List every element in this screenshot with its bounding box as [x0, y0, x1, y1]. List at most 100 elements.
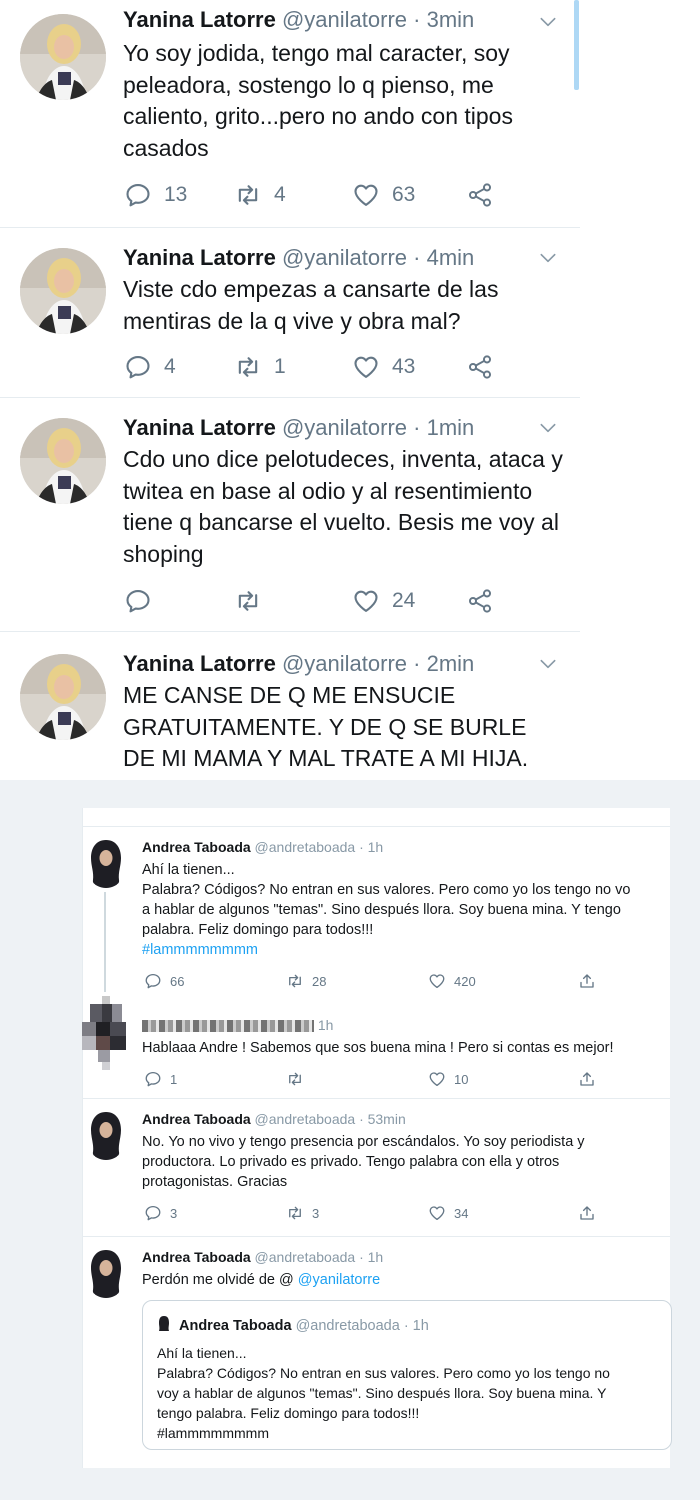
chevron-down-icon[interactable]	[538, 654, 558, 674]
tweet[interactable]: Yanina Latorre @yanilatorre · 4min Viste…	[0, 228, 580, 398]
quoted-tweet-card[interactable]: Andrea Taboada @andretaboada · 1h Ahí la…	[142, 1300, 672, 1450]
tweet-header: Yanina Latorre @yanilatorre · 3min	[123, 6, 474, 34]
tweet-time[interactable]: · 53min	[359, 1111, 406, 1127]
tweet-text: Cdo uno dice pelotudeces, inventa, ataca…	[123, 446, 570, 567]
reply-count: 13	[164, 183, 188, 206]
like-icon	[428, 972, 446, 990]
chevron-down-icon[interactable]	[538, 12, 558, 32]
avatar[interactable]	[84, 1108, 128, 1160]
retweet-icon	[234, 181, 262, 209]
reply-count: 3	[170, 1205, 178, 1221]
user-handle[interactable]: @yanilatorre	[282, 651, 407, 676]
divider	[82, 1236, 670, 1237]
quoted-user-name[interactable]: Andrea Taboada	[179, 1318, 292, 1334]
reply-button[interactable]: 66	[144, 972, 184, 990]
user-name[interactable]: Yanina Latorre	[123, 651, 276, 676]
tweet[interactable]: Yanina Latorre @yanilatorre · 1min Cdo u…	[0, 398, 580, 632]
tweet-actions: 66 28 420	[144, 972, 604, 992]
like-count: 10	[454, 1071, 469, 1087]
share-button[interactable]	[578, 1070, 596, 1088]
quoted-tweet-header: Andrea Taboada @andretaboada · 1h	[157, 1315, 429, 1334]
tweet-header: Yanina Latorre @yanilatorre · 2min	[123, 650, 474, 678]
tweet[interactable]: Yanina Latorre @yanilatorre · 2min ME CA…	[0, 632, 580, 780]
reply-button[interactable]: 3	[144, 1204, 177, 1222]
upload-icon	[578, 972, 596, 990]
retweet-button[interactable]	[234, 586, 274, 616]
tweet-header: Yanina Latorre @yanilatorre · 1min	[123, 414, 474, 442]
reply-button[interactable]: 4	[124, 352, 176, 382]
retweet-icon	[286, 1204, 304, 1222]
avatar[interactable]	[84, 1246, 128, 1298]
reply-button[interactable]	[124, 586, 164, 616]
mention-link[interactable]: @yanilatorre	[298, 1272, 380, 1288]
user-handle[interactable]: @andretaboada	[255, 1249, 356, 1265]
retweet-button[interactable]: 3	[286, 1204, 319, 1222]
like-button[interactable]: 43	[352, 352, 415, 382]
tweet-header: Andrea Taboada @andretaboada · 1h	[142, 1248, 383, 1266]
reply-icon	[124, 587, 152, 615]
user-handle[interactable]: @andretaboada	[255, 839, 356, 855]
share-button[interactable]	[578, 1204, 596, 1222]
like-button[interactable]: 34	[428, 1204, 468, 1222]
user-handle[interactable]: @andretaboada	[255, 1111, 356, 1127]
tweet-time[interactable]: · 2min	[413, 651, 474, 676]
tweet-time[interactable]: · 4min	[413, 245, 474, 270]
tweet-time[interactable]: · 3min	[413, 7, 474, 32]
tweet[interactable]: Yanina Latorre @yanilatorre · 3min Yo so…	[0, 0, 580, 228]
like-icon	[352, 587, 380, 615]
share-button[interactable]	[466, 586, 494, 616]
tweet-text: Yo soy jodida, tengo mal caracter, soy p…	[123, 40, 520, 161]
hashtag-link[interactable]: #lammmmmmmm	[142, 940, 670, 960]
tweet-time[interactable]: 1h	[318, 1017, 334, 1033]
reply-button[interactable]: 1	[144, 1070, 177, 1088]
quoted-avatar-icon	[159, 1316, 169, 1331]
share-button[interactable]	[578, 972, 596, 990]
censored-user-name[interactable]	[142, 1020, 314, 1033]
upload-icon	[578, 1204, 596, 1222]
retweet-count: 3	[312, 1205, 320, 1221]
user-name[interactable]: Andrea Taboada	[142, 1249, 251, 1265]
tweet[interactable]: Andrea Taboada @andretaboada · 53min No.…	[82, 1108, 670, 1234]
tweet-time[interactable]: · 1h	[359, 1249, 383, 1265]
like-button[interactable]: 24	[352, 586, 415, 616]
chevron-down-icon[interactable]	[538, 418, 558, 438]
retweet-button[interactable]: 28	[286, 972, 326, 990]
retweet-button[interactable]: 1	[234, 352, 286, 382]
avatar[interactable]	[20, 654, 106, 740]
like-button[interactable]: 420	[428, 972, 476, 990]
like-icon	[428, 1204, 446, 1222]
retweet-button[interactable]: 4	[234, 180, 286, 210]
like-button[interactable]: 63	[352, 180, 415, 210]
reply-count: 4	[164, 355, 176, 378]
reply-icon	[124, 181, 152, 209]
quoted-tweet-time[interactable]: · 1h	[404, 1318, 429, 1334]
retweet-icon	[286, 1070, 304, 1088]
avatar[interactable]	[20, 14, 106, 100]
tweet-time[interactable]: · 1min	[413, 415, 474, 440]
user-name[interactable]: Yanina Latorre	[123, 7, 276, 32]
share-icon	[466, 353, 494, 381]
avatar[interactable]	[84, 836, 128, 888]
tweet-actions: 3 3 34	[144, 1204, 604, 1224]
user-handle[interactable]: @yanilatorre	[282, 7, 407, 32]
user-name[interactable]: Yanina Latorre	[123, 245, 276, 270]
user-handle[interactable]: @yanilatorre	[282, 415, 407, 440]
user-handle[interactable]: @yanilatorre	[282, 245, 407, 270]
share-button[interactable]	[466, 180, 494, 210]
user-name[interactable]: Andrea Taboada	[142, 1111, 251, 1127]
like-button[interactable]: 10	[428, 1070, 468, 1088]
share-button[interactable]	[466, 352, 494, 382]
tweet-text-body: Perdón me olvidé de @	[142, 1272, 294, 1288]
retweet-button[interactable]	[286, 1070, 312, 1088]
tweet[interactable]: Andrea Taboada @andretaboada · 1h Ahí la…	[82, 836, 670, 996]
tweet-time[interactable]: · 1h	[359, 839, 383, 855]
chevron-down-icon[interactable]	[538, 248, 558, 268]
user-name[interactable]: Andrea Taboada	[142, 839, 251, 855]
quoted-user-handle[interactable]: @andretaboada	[296, 1318, 400, 1334]
avatar[interactable]	[20, 248, 106, 334]
tweet[interactable]: 1h Hablaaa Andre ! Sabemos que sos buena…	[82, 1016, 670, 1096]
like-icon	[352, 353, 380, 381]
user-name[interactable]: Yanina Latorre	[123, 415, 276, 440]
avatar[interactable]	[20, 418, 106, 504]
reply-button[interactable]: 13	[124, 180, 187, 210]
